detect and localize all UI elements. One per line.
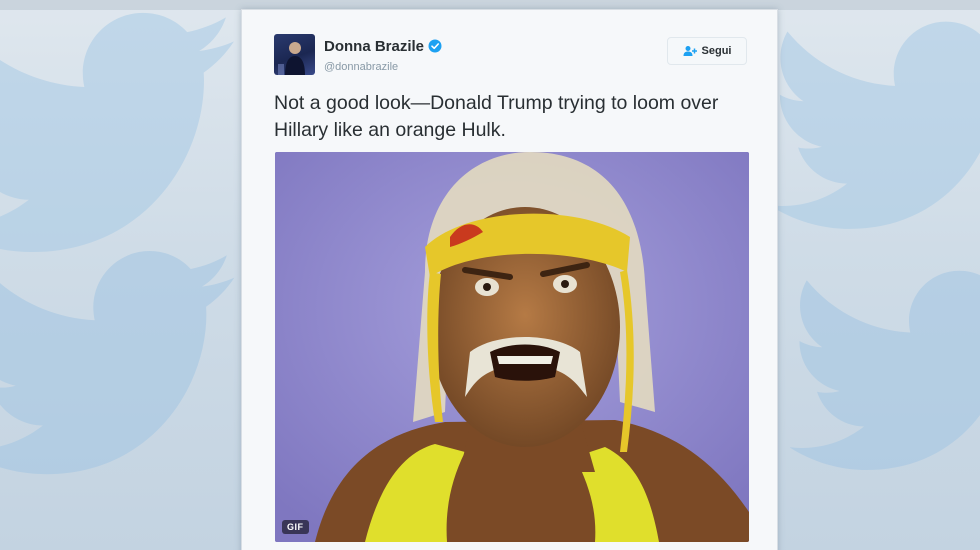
author-handle[interactable]: @donnabrazile: [324, 61, 398, 73]
author-name[interactable]: Donna Brazile: [324, 38, 424, 55]
gif-media[interactable]: GIF: [275, 152, 749, 542]
follow-person-plus-icon: [683, 46, 697, 56]
broadcast-screen: Donna Brazile @donnabrazile Segui Not a …: [0, 0, 980, 550]
gif-badge: GIF: [282, 520, 309, 534]
twitter-bird-icon: [790, 270, 980, 475]
tweet-text: Not a good look—Donald Trump trying to l…: [274, 92, 719, 141]
tweet-card: Donna Brazile @donnabrazile Segui Not a …: [241, 9, 778, 550]
twitter-bird-icon: [0, 250, 240, 480]
twitter-bird-icon: [770, 20, 980, 235]
twitter-bird-icon: [0, 10, 240, 260]
tweet-header: Donna Brazile @donnabrazile Segui: [274, 34, 749, 78]
follow-label: Segui: [701, 45, 732, 57]
verified-badge-icon: [428, 39, 442, 53]
follow-button[interactable]: Segui: [667, 37, 747, 65]
avatar[interactable]: [274, 34, 315, 75]
